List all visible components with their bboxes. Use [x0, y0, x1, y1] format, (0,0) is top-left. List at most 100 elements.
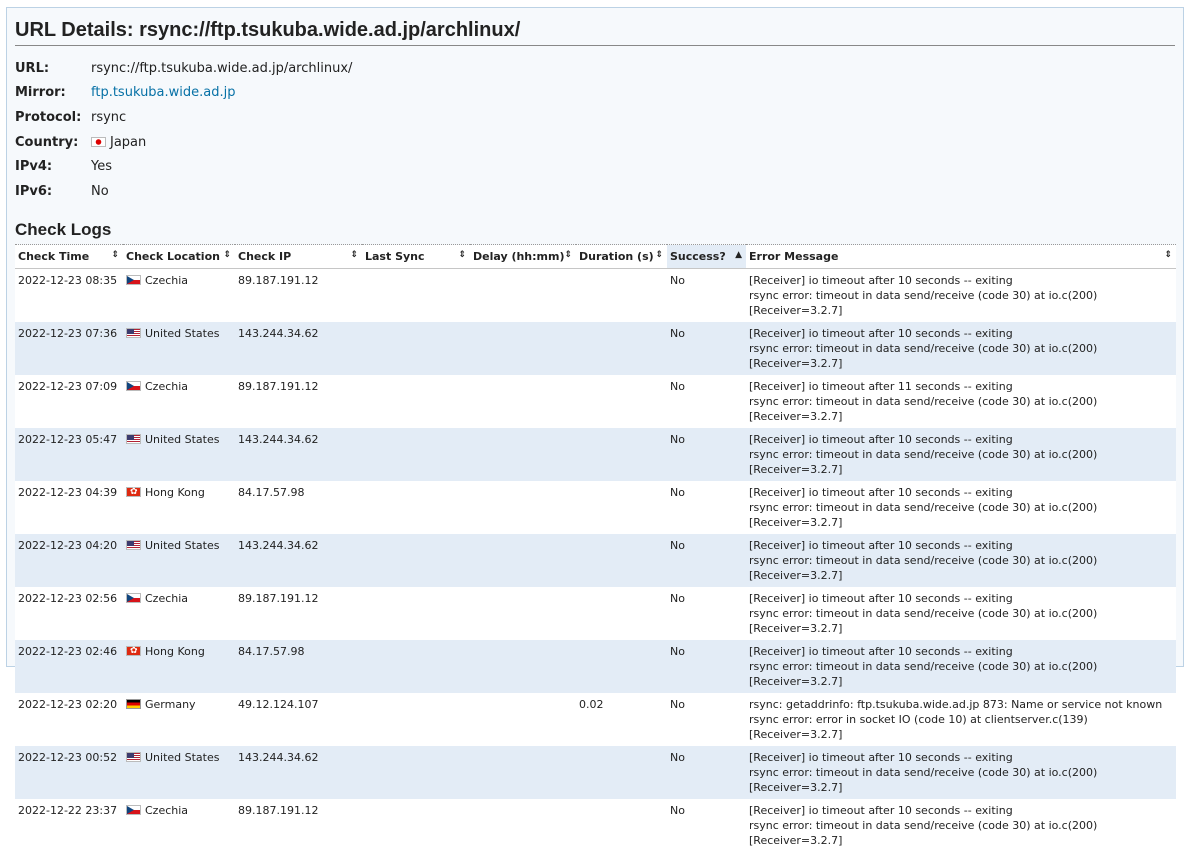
table-row: 2022-12-23 02:56 Czechia 89.187.191.12 No [R…: [15, 586, 1176, 640]
cell-delay: [470, 586, 576, 640]
col-duration[interactable]: Duration (s) ⇕: [576, 243, 667, 269]
cell-delay: [470, 798, 576, 852]
cell-check-ip: 84.17.57.98: [235, 639, 362, 693]
cell-check-location: Germany: [123, 692, 235, 746]
cell-success: No: [667, 798, 746, 852]
cell-check-location: United States: [123, 321, 235, 375]
cell-error-message: [Receiver] io timeout after 10 seconds -…: [746, 745, 1176, 799]
cell-check-time: 2022-12-23 08:35: [15, 268, 123, 322]
col-success[interactable]: Success? ▲: [667, 243, 746, 269]
cell-last-sync: [362, 480, 470, 534]
cell-success: No: [667, 586, 746, 640]
cell-success: No: [667, 533, 746, 587]
hk-flag-icon: [126, 644, 141, 659]
sort-icon: ⇕: [564, 249, 572, 260]
cz-flag-icon: [126, 274, 141, 285]
cell-check-time: 2022-12-23 07:36: [15, 321, 123, 375]
col-check-ip[interactable]: Check IP ⇕: [235, 243, 362, 269]
cell-delay: [470, 692, 576, 746]
cell-duration: [576, 480, 667, 534]
col-last-sync[interactable]: Last Sync ⇕: [362, 243, 470, 269]
url-details-list: URL: rsync://ftp.tsukuba.wide.ad.jp/arch…: [15, 56, 1175, 204]
cell-duration: [576, 586, 667, 640]
cell-error-message: [Receiver] io timeout after 10 seconds -…: [746, 798, 1176, 852]
col-check-location[interactable]: Check Location ⇕: [123, 243, 235, 269]
us-flag-icon: [126, 751, 141, 762]
sort-icon: ⇕: [350, 249, 358, 260]
detail-protocol: Protocol: rsync: [15, 105, 1175, 130]
cell-success: No: [667, 692, 746, 746]
table-row: 2022-12-23 02:20 Germany 49.12.124.107 0.02…: [15, 692, 1176, 746]
cell-error-message: [Receiver] io timeout after 10 seconds -…: [746, 533, 1176, 587]
sort-icon: ⇕: [111, 249, 119, 260]
cell-check-location: Czechia: [123, 374, 235, 428]
cell-error-message: [Receiver] io timeout after 11 seconds -…: [746, 374, 1176, 428]
detail-ipv4: IPv4: Yes: [15, 154, 1175, 179]
table-row: 2022-12-23 02:46Hong Kong84.17.57.98 No[R…: [15, 639, 1176, 693]
cell-check-time: 2022-12-23 04:39: [15, 480, 123, 534]
col-error-message[interactable]: Error Message ⇕: [746, 243, 1176, 269]
cell-last-sync: [362, 639, 470, 693]
cell-success: No: [667, 427, 746, 481]
cell-delay: [470, 480, 576, 534]
cell-duration: [576, 745, 667, 799]
cell-check-location: United States: [123, 745, 235, 799]
cell-duration: 0.02: [576, 692, 667, 746]
cell-delay: [470, 374, 576, 428]
cell-success: No: [667, 374, 746, 428]
detail-label: IPv6:: [15, 183, 53, 199]
cell-duration: [576, 268, 667, 322]
detail-label: URL:: [15, 60, 50, 76]
us-flag-icon: [126, 327, 141, 338]
cell-delay: [470, 639, 576, 693]
ipv6-value: No: [91, 183, 109, 199]
cell-check-location: Hong Kong: [123, 639, 235, 693]
table-row: 2022-12-23 08:35 Czechia 89.187.191.12 No [R…: [15, 268, 1176, 322]
table-row: 2022-12-23 04:39Hong Kong84.17.57.98 No[R…: [15, 480, 1176, 534]
cz-flag-icon: [126, 380, 141, 391]
cell-error-message: [Receiver] io timeout after 10 seconds -…: [746, 268, 1176, 322]
mirror-link[interactable]: ftp.tsukuba.wide.ad.jp: [91, 85, 236, 100]
cell-last-sync: [362, 533, 470, 587]
cell-error-message: [Receiver] io timeout after 10 seconds -…: [746, 427, 1176, 481]
de-flag-icon: [126, 698, 141, 709]
check-logs-title: Check Logs: [15, 219, 112, 239]
cell-success: No: [667, 321, 746, 375]
table-row: 2022-12-23 07:36 United States 143.244.34.…: [15, 321, 1176, 375]
cell-success: No: [667, 745, 746, 799]
cell-check-time: 2022-12-23 02:56: [15, 586, 123, 640]
detail-label: Mirror:: [15, 85, 66, 101]
check-logs-table: Check Time ⇕ Check Location ⇕ Check IP ⇕ La…: [15, 243, 1176, 852]
cell-last-sync: [362, 745, 470, 799]
cell-check-ip: 49.12.124.107: [235, 692, 362, 746]
cell-error-message: [Receiver] io timeout after 10 seconds -…: [746, 321, 1176, 375]
detail-url: URL: rsync://ftp.tsukuba.wide.ad.jp/arch…: [15, 56, 1175, 81]
cell-error-message: rsync: getaddrinfo: ftp.tsukuba.wide.ad.…: [746, 692, 1176, 746]
cell-check-ip: 143.244.34.62: [235, 533, 362, 587]
cell-check-ip: 143.244.34.62: [235, 745, 362, 799]
cell-check-ip: 84.17.57.98: [235, 480, 362, 534]
cell-check-location: United States: [123, 533, 235, 587]
cell-last-sync: [362, 692, 470, 746]
table-row: 2022-12-23 07:09 Czechia 89.187.191.12 No [R…: [15, 374, 1176, 428]
cell-check-time: 2022-12-23 00:52: [15, 745, 123, 799]
cell-check-location: Hong Kong: [123, 480, 235, 534]
cell-check-ip: 143.244.34.62: [235, 321, 362, 375]
cell-success: No: [667, 268, 746, 322]
detail-label: IPv4:: [15, 159, 53, 175]
cell-error-message: [Receiver] io timeout after 10 seconds -…: [746, 586, 1176, 640]
detail-mirror: Mirror: ftp.tsukuba.wide.ad.jp: [15, 81, 1175, 106]
table-row: 2022-12-22 23:37 Czechia 89.187.191.12 No [R…: [15, 798, 1176, 852]
sort-icon: ⇕: [223, 249, 231, 260]
sort-icon: ⇕: [458, 249, 466, 260]
cell-check-time: 2022-12-23 07:09: [15, 374, 123, 428]
cell-check-time: 2022-12-23 05:47: [15, 427, 123, 481]
ipv4-value: Yes: [91, 159, 112, 175]
detail-label: Country:: [15, 134, 79, 150]
cell-check-time: 2022-12-23 02:46: [15, 639, 123, 693]
cell-check-location: Czechia: [123, 586, 235, 640]
cell-last-sync: [362, 374, 470, 428]
col-delay[interactable]: Delay (hh:mm) ⇕: [470, 243, 576, 269]
col-check-time[interactable]: Check Time ⇕: [15, 243, 123, 269]
table-header-row: Check Time ⇕ Check Location ⇕ Check IP ⇕ La…: [15, 243, 1176, 269]
